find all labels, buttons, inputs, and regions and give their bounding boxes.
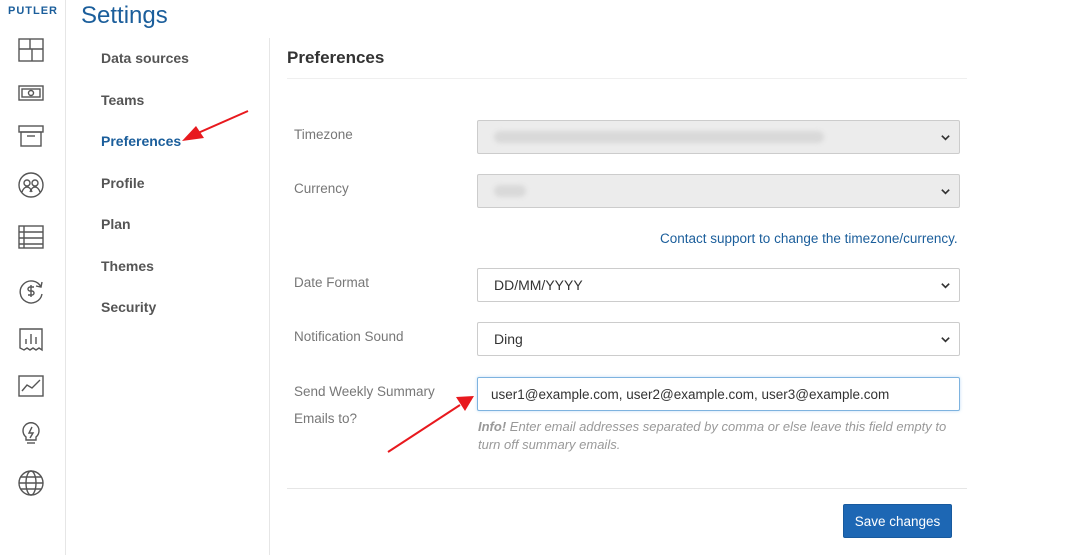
page-title: Settings [81,2,168,29]
notification-sound-select[interactable]: Ding [477,322,960,356]
timezone-value-redacted [494,131,959,143]
archive-icon[interactable] [16,121,46,151]
app-sidebar: PUTLER [0,0,66,555]
timezone-select [477,120,960,154]
dashboard-icon[interactable] [16,35,46,65]
chevron-down-icon [941,337,950,343]
customers-icon[interactable] [16,170,46,200]
nav-item-profile[interactable]: Profile [101,175,145,191]
weekly-summary-emails-input[interactable]: user1@example.com, user2@example.com, us… [477,377,960,411]
globe-icon[interactable] [16,468,46,498]
chevron-down-icon [941,135,950,141]
currency-label: Currency [294,181,349,196]
subscription-icon[interactable] [16,276,46,306]
footer-divider [287,488,967,489]
date-format-label: Date Format [294,275,370,290]
info-body: Enter email addresses separated by comma… [478,419,947,452]
date-format-value: DD/MM/YYYY [494,277,583,293]
chevron-down-icon [941,283,950,289]
chart-icon[interactable] [16,371,46,401]
weekly-summary-label: Send Weekly Summary Emails to? [294,378,435,432]
chevron-down-icon [941,189,950,195]
currency-value-redacted [494,185,959,197]
info-help-text: Info! Enter email addresses separated by… [478,418,958,454]
currency-select [477,174,960,208]
weekly-summary-label-line1: Send Weekly Summary [294,384,435,399]
nav-item-teams[interactable]: Teams [101,92,144,108]
money-icon[interactable] [16,78,46,108]
date-format-select[interactable]: DD/MM/YYYY [477,268,960,302]
save-changes-button[interactable]: Save changes [843,504,952,538]
insights-icon[interactable] [16,418,46,448]
panel-divider [287,78,967,79]
nav-item-preferences[interactable]: Preferences [101,133,181,149]
list-icon[interactable] [16,222,46,252]
reports-icon[interactable] [16,325,46,355]
panel-title: Preferences [287,48,385,67]
notification-sound-label: Notification Sound [294,329,404,344]
nav-item-data-sources[interactable]: Data sources [101,50,189,66]
nav-item-plan[interactable]: Plan [101,216,131,232]
notification-sound-value: Ding [494,331,523,347]
timezone-label: Timezone [294,127,353,142]
nav-item-security[interactable]: Security [101,299,156,315]
weekly-summary-emails-value: user1@example.com, user2@example.com, us… [491,386,890,402]
settings-nav: Data sources Teams Preferences Profile P… [80,38,270,555]
brand-logo: PUTLER [8,5,58,17]
info-prefix: Info! [478,419,507,434]
weekly-summary-label-line2: Emails to? [294,411,358,426]
contact-support-link[interactable]: Contact support to change the timezone/c… [660,231,958,246]
nav-item-themes[interactable]: Themes [101,258,154,274]
